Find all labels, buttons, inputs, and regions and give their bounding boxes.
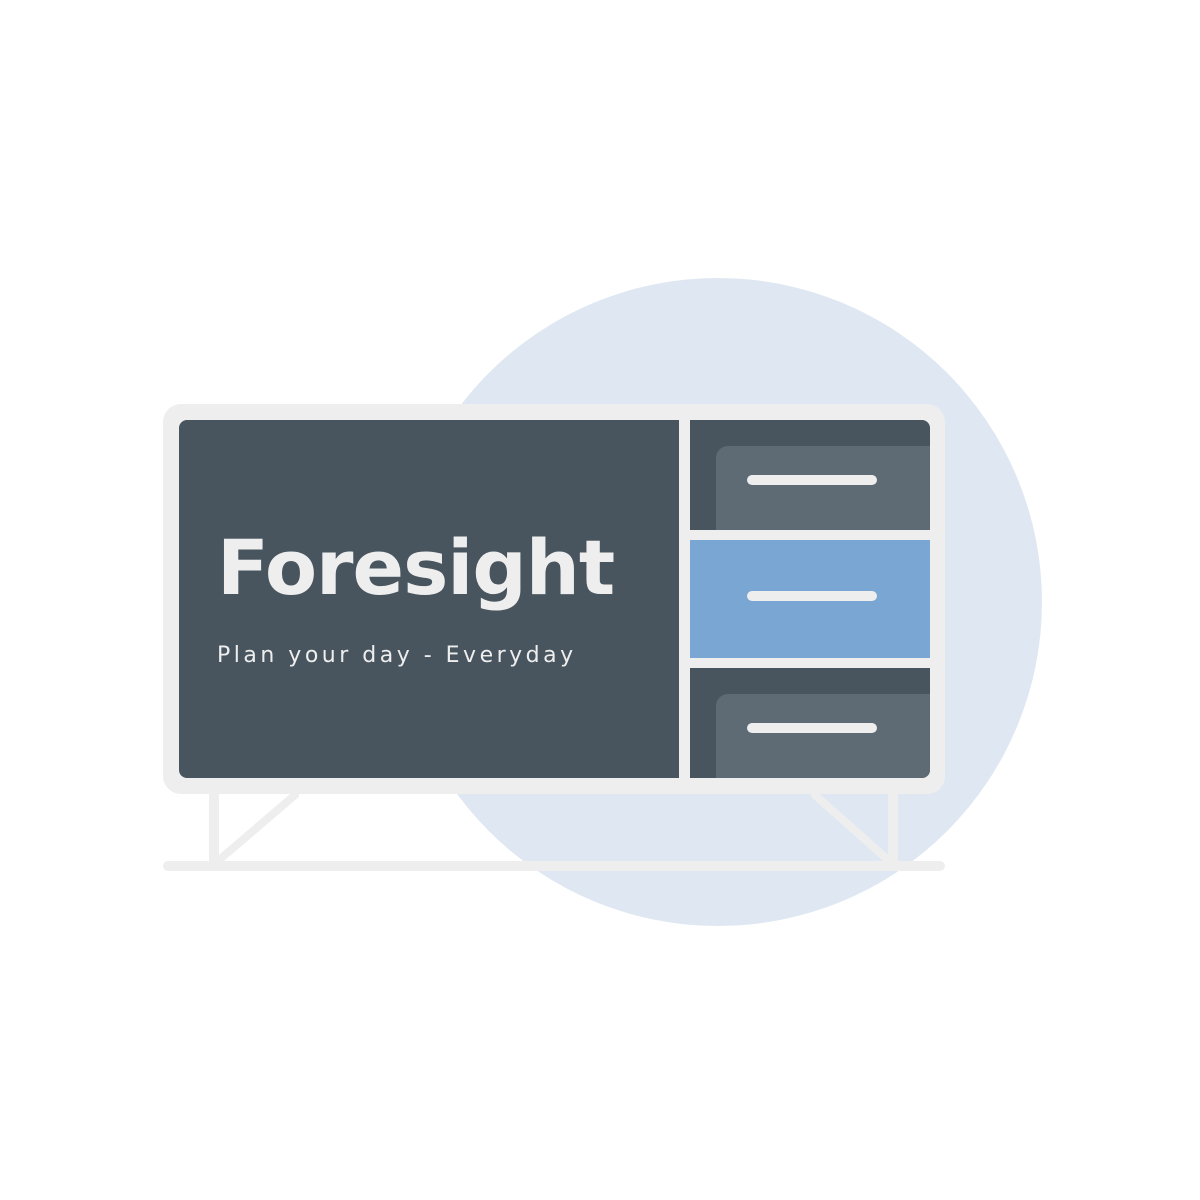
main-panel: Foresight Plan your day - Everyday <box>179 420 679 778</box>
drawer-handle <box>747 475 877 485</box>
drawer-face <box>716 694 930 778</box>
drawer-top <box>690 420 930 530</box>
drawer-face <box>716 446 930 530</box>
stand-right-brace <box>811 791 892 864</box>
brand-title: Foresight <box>217 523 615 612</box>
logo-illustration: Foresight Plan your day - Everyday <box>0 0 1200 1200</box>
drawer-handle <box>747 591 877 601</box>
drawer-bottom <box>690 668 930 778</box>
drawer-handle <box>747 723 877 733</box>
brand-tagline: Plan your day - Everyday <box>217 643 577 668</box>
stand-left-brace <box>215 791 299 864</box>
cabinet: Foresight Plan your day - Everyday <box>163 404 945 794</box>
drawer-middle-highlighted <box>690 540 930 658</box>
